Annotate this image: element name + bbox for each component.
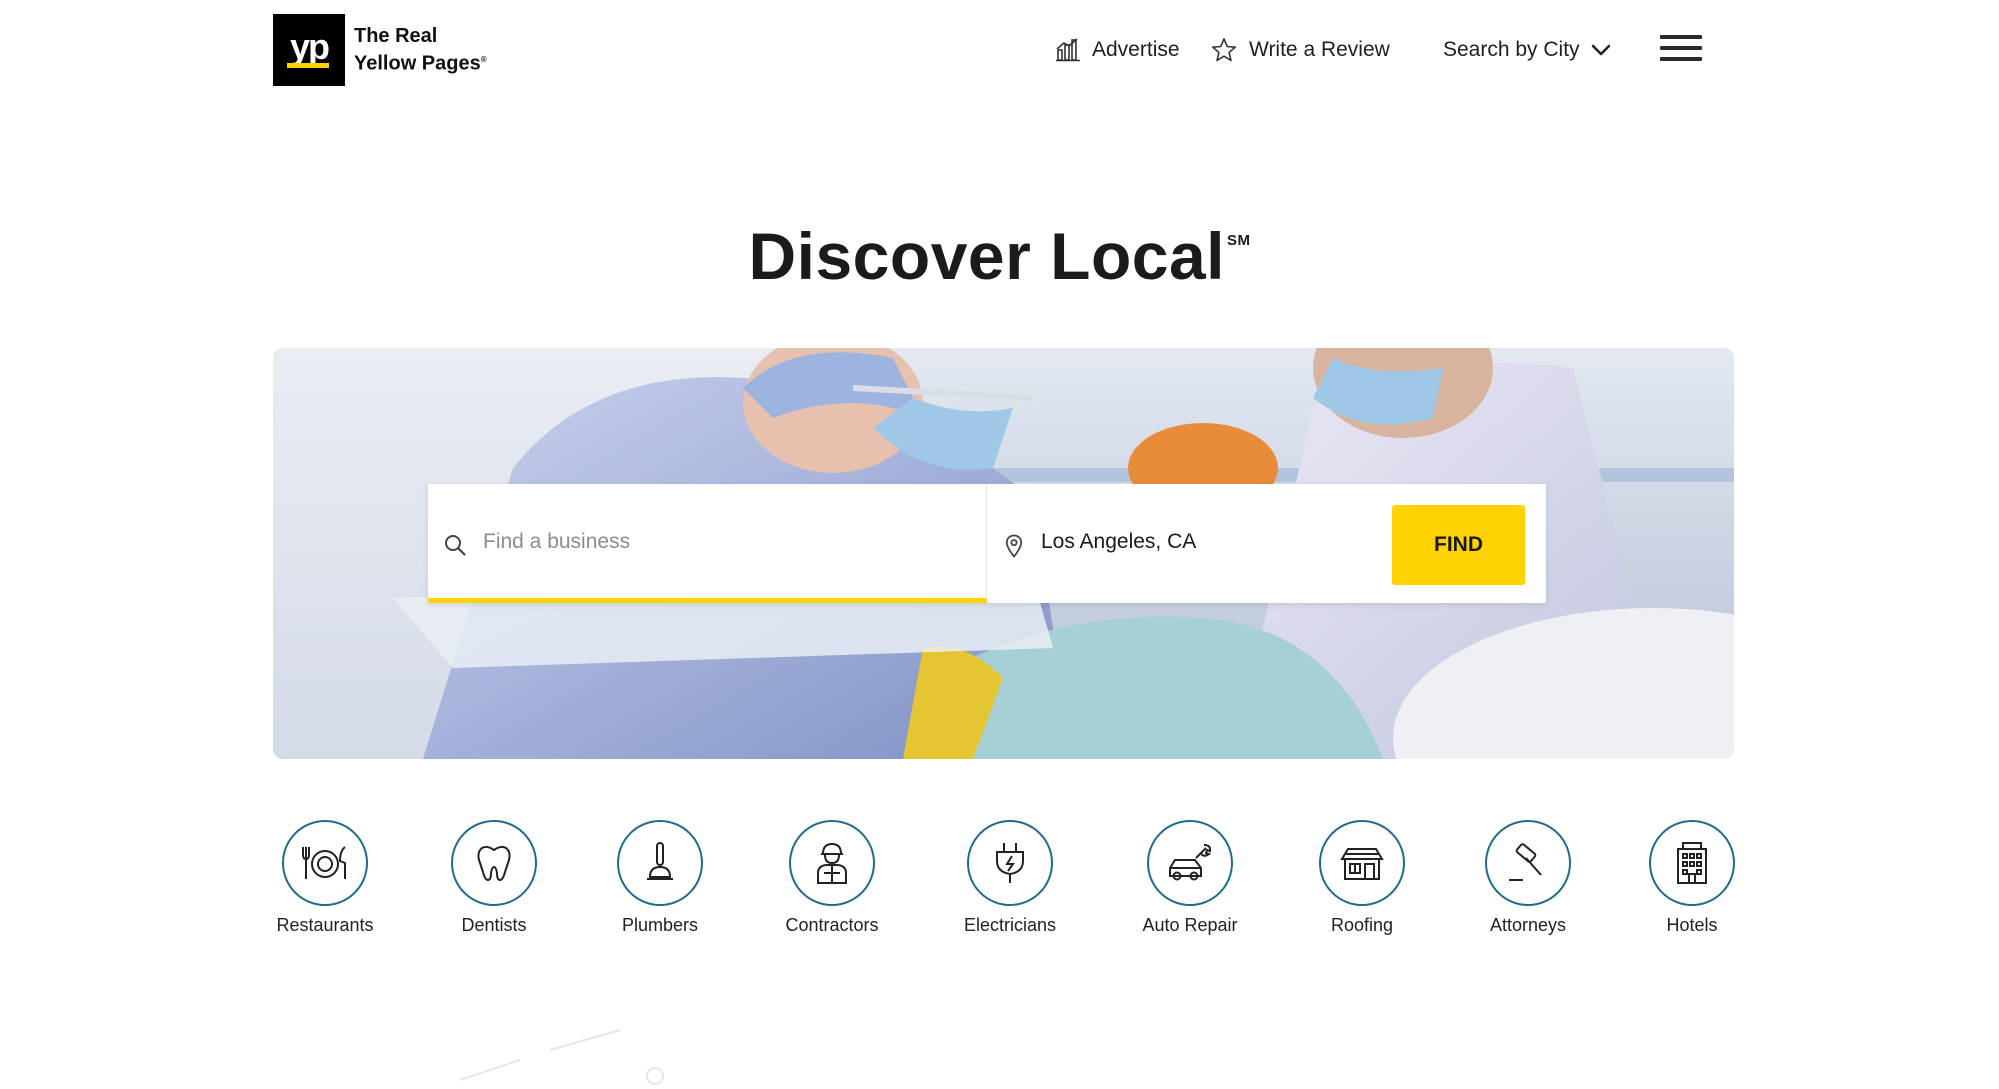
menu-line: [1660, 57, 1702, 61]
category-label: Attorneys: [1489, 915, 1567, 935]
site-header: yp The Real Yellow Pages® Advertise Writ…: [0, 0, 1999, 100]
decorative-faded-illustration: [459, 1029, 664, 1085]
category-label: Plumbers: [621, 915, 699, 935]
category-icon-circle: [1485, 820, 1571, 906]
location-input[interactable]: [1039, 522, 1379, 562]
advertise-label: Advertise: [1092, 38, 1180, 61]
find-button[interactable]: FIND: [1392, 505, 1525, 585]
menu-line: [1660, 35, 1702, 39]
plug-icon: [996, 843, 1024, 883]
category-dentists[interactable]: Dentists: [434, 820, 554, 936]
category-icon-circle: [451, 820, 537, 906]
category-icon-circle: [967, 820, 1053, 906]
category-roofing[interactable]: Roofing: [1302, 820, 1422, 936]
category-electricians[interactable]: Electricians: [950, 820, 1070, 936]
worker-icon: [817, 842, 847, 884]
chart-icon: [1056, 38, 1080, 62]
page-title-text: Discover Local: [748, 219, 1226, 293]
service-mark: SM: [1227, 232, 1251, 249]
search-by-city-label: Search by City: [1443, 38, 1580, 61]
write-review-label: Write a Review: [1249, 38, 1390, 61]
category-label: Hotels: [1666, 915, 1718, 935]
category-restaurants[interactable]: Restaurants: [265, 820, 385, 936]
category-label: Contractors: [785, 915, 879, 935]
category-plumbers[interactable]: Plumbers: [600, 820, 720, 936]
logo-yellow-bar: [287, 63, 329, 68]
business-search-input[interactable]: [481, 522, 961, 562]
yp-logo[interactable]: yp The Real Yellow Pages®: [273, 14, 487, 86]
write-review-link[interactable]: Write a Review: [1211, 30, 1390, 70]
star-icon: [1211, 38, 1237, 62]
category-list: Restaurants Dentists Plumbers Contractor…: [0, 820, 1999, 940]
category-label: Dentists: [461, 915, 527, 935]
logo-wordmark: The Real Yellow Pages®: [354, 24, 487, 76]
search-icon: [445, 535, 466, 556]
tooth-icon: [477, 845, 511, 881]
category-icon-circle: [282, 820, 368, 906]
category-hotels[interactable]: Hotels: [1632, 820, 1752, 936]
hamburger-menu-icon[interactable]: [1660, 35, 1702, 61]
logo-line-2-text: Yellow Pages: [354, 52, 481, 75]
category-icon-circle: [1319, 820, 1405, 906]
hotel-building-icon: [1677, 842, 1707, 884]
house-roof-icon: [1340, 848, 1384, 880]
chevron-down-icon: [1591, 44, 1610, 56]
category-label: Electricians: [963, 915, 1057, 935]
search-by-city-dropdown[interactable]: Search by City: [1443, 30, 1611, 70]
category-icon-circle: [789, 820, 875, 906]
menu-line: [1660, 46, 1702, 50]
gavel-icon: [1509, 843, 1542, 881]
category-icon-circle: [617, 820, 703, 906]
location-search-field: FIND: [987, 484, 1546, 603]
car-wrench-icon: [1169, 844, 1212, 881]
category-label: Roofing: [1330, 915, 1394, 935]
advertise-link[interactable]: Advertise: [1055, 30, 1180, 70]
plunger-icon: [647, 842, 673, 880]
logo-line-1: The Real: [354, 25, 438, 48]
category-icon-circle: [1147, 820, 1233, 906]
search-bar: FIND: [428, 484, 1546, 603]
category-label: Restaurants: [276, 915, 374, 935]
category-auto-repair[interactable]: Auto Repair: [1130, 820, 1250, 936]
yp-logo-mark: yp: [273, 14, 345, 86]
map-pin-icon: [1005, 534, 1023, 558]
category-contractors[interactable]: Contractors: [772, 820, 892, 936]
category-icon-circle: [1649, 820, 1735, 906]
logo-line-2: Yellow Pages®: [354, 48, 487, 76]
category-label: Auto Repair: [1142, 915, 1238, 935]
page-title: Discover Local SM: [0, 218, 1999, 294]
category-attorneys[interactable]: Attorneys: [1468, 820, 1588, 936]
registered-mark: ®: [480, 55, 487, 65]
business-search-field: [428, 484, 987, 603]
plate-fork-knife-icon: [302, 846, 346, 879]
logo-mark-text: yp: [289, 26, 330, 67]
